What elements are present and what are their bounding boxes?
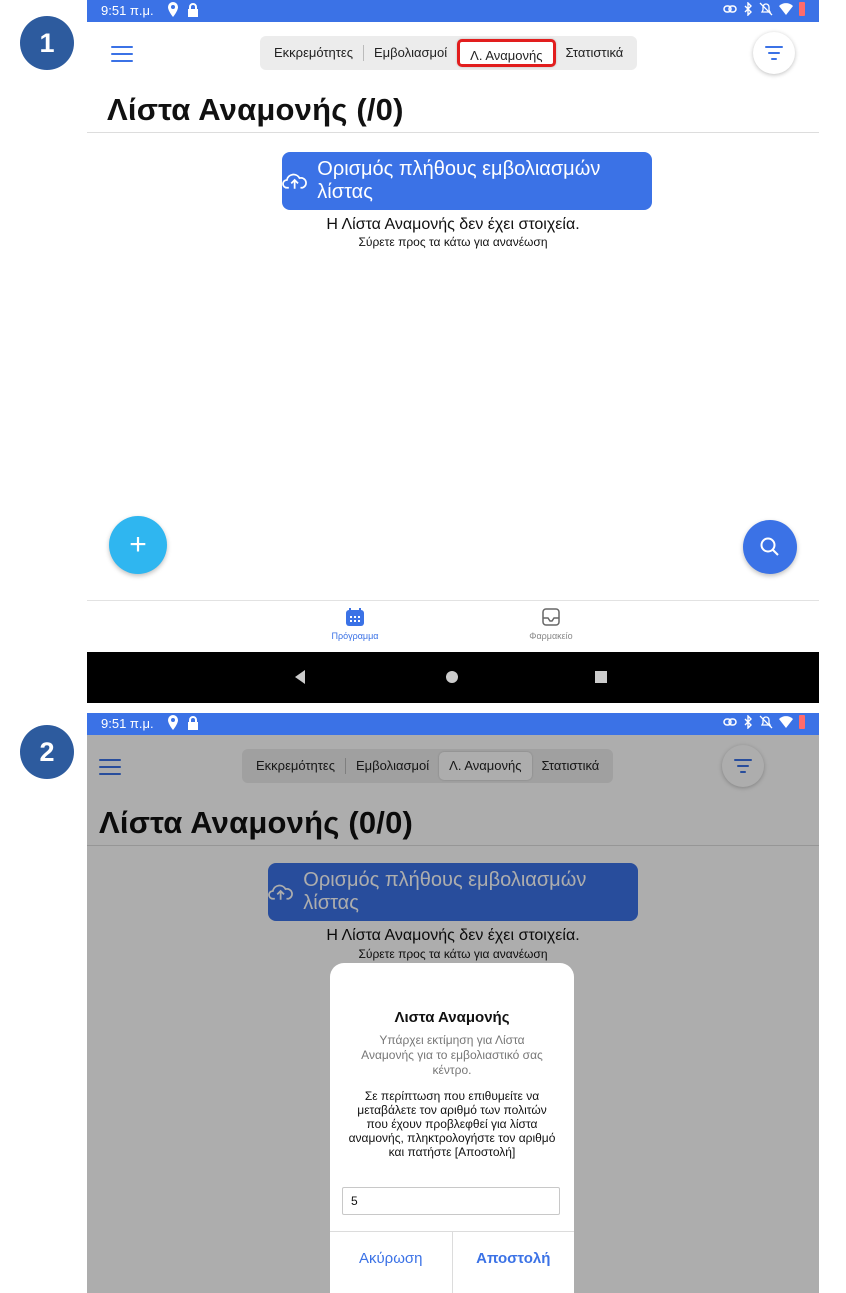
battery-icon — [799, 715, 805, 729]
tab-program-label: Πρόγραμμα — [331, 631, 379, 641]
screenshot-2: 9:51 π.μ. Εκκρεμότητες Εμβολιασμοί Λ. Αν… — [87, 713, 819, 1293]
step-badge-1: 1 — [20, 16, 74, 70]
empty-message: Η Λίστα Αναμονής δεν έχει στοιχεία. — [326, 216, 580, 233]
android-nav-bar — [87, 652, 819, 703]
back-icon[interactable] — [295, 670, 305, 684]
calendar-icon — [346, 608, 364, 626]
add-button[interactable]: + — [109, 516, 167, 574]
location-icon — [168, 2, 178, 17]
mute-icon — [759, 2, 773, 16]
recents-icon[interactable] — [595, 671, 607, 683]
bluetooth-icon — [744, 715, 752, 729]
bottom-tab-bar: Πρόγραμμα Φαρμακείο — [87, 600, 819, 653]
dialog-actions: Ακύρωση Αποστολή — [330, 1231, 574, 1293]
submit-button[interactable]: Αποστολή — [453, 1232, 575, 1293]
battery-icon — [799, 2, 805, 16]
home-icon[interactable] — [446, 671, 458, 683]
dialog-title: Λιστα Αναμονής — [394, 1009, 510, 1026]
set-list-count-button[interactable]: Ορισμός πλήθους εμβολιασμών λίστας — [282, 152, 652, 210]
bluetooth-icon — [744, 2, 752, 16]
tab-program[interactable]: Πρόγραμμα — [295, 607, 415, 641]
wifi-icon — [779, 716, 793, 728]
tab-waiting-list[interactable]: Λ. Αναμονής — [457, 39, 556, 67]
tab-pharmacy-label: Φαρμακείο — [529, 631, 573, 641]
page-title: Λίστα Αναμονής (/0) — [107, 92, 404, 127]
link-icon — [723, 5, 737, 13]
dialog-instructions: Σε περίπτωση που επιθυμείτε να μεταβάλετ… — [348, 1089, 556, 1159]
location-icon — [168, 715, 178, 730]
link-icon — [723, 718, 737, 726]
tab-statistics[interactable]: Στατιστικά — [556, 39, 634, 67]
tab-vaccinations[interactable]: Εμβολιασμοί — [364, 39, 457, 67]
search-button[interactable] — [743, 520, 797, 574]
inbox-icon — [542, 608, 560, 626]
mute-icon — [759, 715, 773, 729]
status-bar: 9:51 π.μ. — [87, 0, 819, 22]
set-list-count-label: Ορισμός πλήθους εμβολιασμών λίστας — [317, 158, 601, 203]
status-bar: 9:51 π.μ. — [87, 713, 819, 735]
lock-icon — [188, 716, 198, 730]
screenshot-1: 9:51 π.μ. Εκκρεμότητες Εμβολιασμοί Λ. Αν… — [87, 0, 819, 703]
app-bar: Εκκρεμότητες Εμβολιασμοί Λ. Αναμονής Στα… — [87, 22, 819, 92]
empty-hint: Σύρετε προς τα κάτω για ανανέωση — [358, 235, 548, 249]
waiting-list-dialog: Λιστα Αναμονής Υπάρχει εκτίμηση για Λίστ… — [330, 963, 574, 1293]
status-time: 9:51 π.μ. — [101, 716, 154, 731]
cloud-upload-icon — [282, 173, 307, 189]
lock-icon — [188, 3, 198, 17]
step-badge-2: 2 — [20, 725, 74, 779]
dialog-message: Υπάρχει εκτίμηση για Λίστα Αναμονής για … — [361, 1033, 543, 1077]
segmented-tabs: Εκκρεμότητες Εμβολιασμοί Λ. Αναμονής Στα… — [260, 36, 638, 70]
tab-pending[interactable]: Εκκρεμότητες — [264, 39, 363, 67]
cancel-button[interactable]: Ακύρωση — [330, 1232, 453, 1293]
wifi-icon — [779, 3, 793, 15]
status-time: 9:51 π.μ. — [101, 3, 154, 18]
divider — [87, 132, 819, 133]
search-icon — [760, 537, 779, 556]
menu-icon[interactable] — [111, 46, 133, 62]
tab-pharmacy[interactable]: Φαρμακείο — [491, 607, 611, 641]
waiting-count-input[interactable] — [342, 1187, 560, 1215]
filter-button[interactable] — [753, 32, 795, 74]
